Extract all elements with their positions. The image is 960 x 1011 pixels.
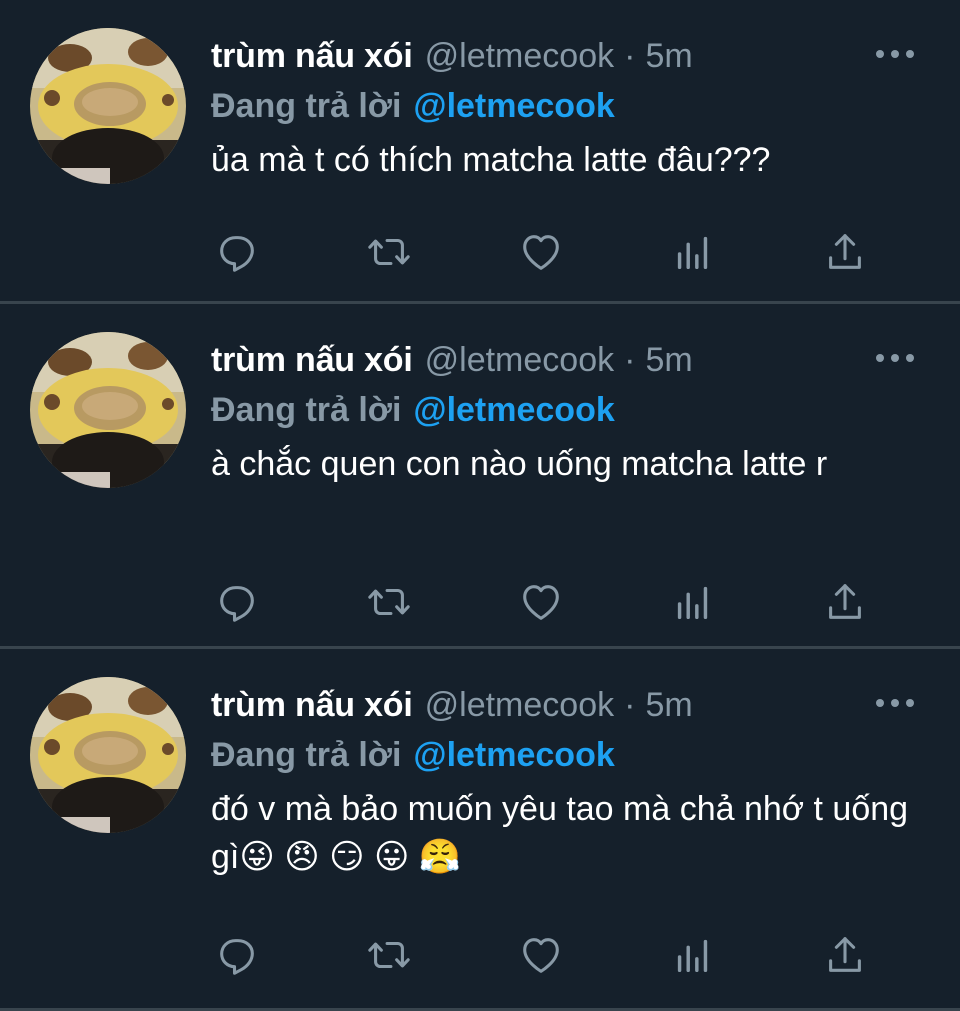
- timestamp[interactable]: 5m: [645, 686, 692, 725]
- timestamp[interactable]: 5m: [645, 37, 692, 76]
- heart-icon[interactable]: [515, 931, 567, 979]
- retweet-icon[interactable]: [363, 578, 415, 626]
- tweet-actions: [211, 931, 871, 979]
- user-handle[interactable]: @letmecook: [425, 37, 614, 76]
- user-handle[interactable]: @letmecook: [425, 341, 614, 380]
- avatar[interactable]: [30, 677, 186, 833]
- tweet-header: trùm nấu xói @letmecook · 5m: [211, 679, 920, 731]
- avatar[interactable]: [30, 28, 186, 184]
- tweet-thread: trùm nấu xói @letmecook · 5m Đang trả lờ…: [0, 0, 960, 1011]
- reply-icon[interactable]: [211, 931, 263, 979]
- avatar-image: [30, 677, 186, 833]
- more-horizontal-icon[interactable]: [876, 346, 914, 370]
- tweet-text: ủa mà t có thích matcha latte đâu???: [211, 141, 771, 179]
- separator-dot: ·: [624, 685, 636, 724]
- share-icon[interactable]: [819, 228, 871, 276]
- tweet-header: trùm nấu xói @letmecook · 5m: [211, 30, 920, 82]
- display-name[interactable]: trùm nấu xói: [211, 341, 413, 380]
- share-icon[interactable]: [819, 578, 871, 626]
- heart-icon[interactable]: [515, 228, 567, 276]
- display-name[interactable]: trùm nấu xói: [211, 37, 413, 76]
- share-icon[interactable]: [819, 931, 871, 979]
- more-horizontal-icon[interactable]: [876, 42, 914, 66]
- analytics-icon[interactable]: [667, 578, 719, 626]
- tweet-text: đó v mà bảo muốn yêu tao mà chả nhớ t uố…: [211, 790, 909, 876]
- more-horizontal-icon[interactable]: [876, 691, 914, 715]
- replying-to-handle[interactable]: @letmecook: [413, 736, 614, 775]
- replying-to-label: Đang trả lời: [211, 86, 402, 125]
- avatar-image: [30, 332, 186, 488]
- separator-dot: ·: [624, 340, 636, 379]
- tweet-actions: [211, 578, 871, 626]
- replying-to: Đang trả lời @letmecook: [211, 82, 920, 130]
- tweet-actions: [211, 228, 871, 276]
- analytics-icon[interactable]: [667, 931, 719, 979]
- replying-to-label: Đang trả lời: [211, 735, 402, 774]
- replying-to: Đang trả lời @letmecook: [211, 386, 920, 434]
- retweet-icon[interactable]: [363, 228, 415, 276]
- timestamp[interactable]: 5m: [645, 341, 692, 380]
- replying-to-handle[interactable]: @letmecook: [413, 87, 614, 126]
- tweet[interactable]: trùm nấu xói @letmecook · 5m Đang trả lờ…: [0, 649, 960, 1011]
- replying-to: Đang trả lời @letmecook: [211, 731, 920, 779]
- avatar-image: [30, 28, 186, 184]
- avatar[interactable]: [30, 332, 186, 488]
- tweet[interactable]: trùm nấu xói @letmecook · 5m Đang trả lờ…: [0, 0, 960, 304]
- user-handle[interactable]: @letmecook: [425, 686, 614, 725]
- reply-icon[interactable]: [211, 578, 263, 626]
- separator-dot: ·: [624, 36, 636, 75]
- replying-to-handle[interactable]: @letmecook: [413, 391, 614, 430]
- tweet[interactable]: trùm nấu xói @letmecook · 5m Đang trả lờ…: [0, 304, 960, 649]
- tweet-text: à chắc quen con nào uống matcha latte r: [211, 445, 828, 483]
- reply-icon[interactable]: [211, 228, 263, 276]
- retweet-icon[interactable]: [363, 931, 415, 979]
- analytics-icon[interactable]: [667, 228, 719, 276]
- heart-icon[interactable]: [515, 578, 567, 626]
- replying-to-label: Đang trả lời: [211, 390, 402, 429]
- tweet-header: trùm nấu xói @letmecook · 5m: [211, 334, 920, 386]
- display-name[interactable]: trùm nấu xói: [211, 686, 413, 725]
